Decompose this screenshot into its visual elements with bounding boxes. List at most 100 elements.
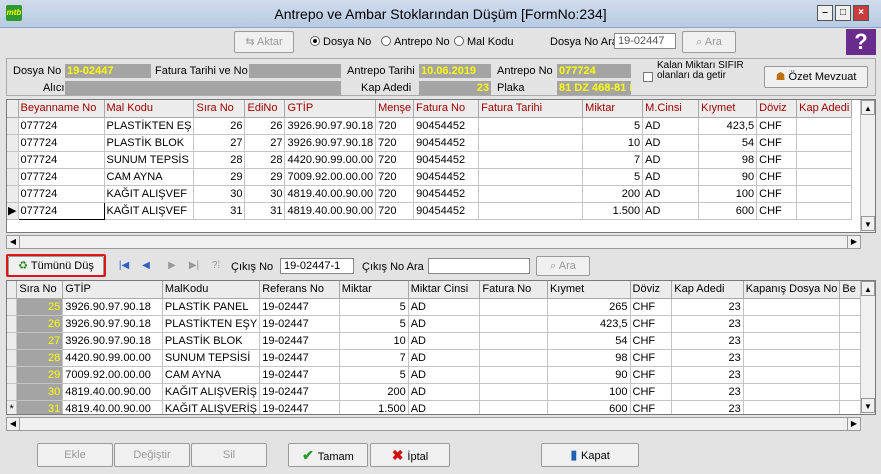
col-referans-no[interactable]: Referans No: [259, 281, 340, 299]
radio-mal-kodu[interactable]: Mal Kodu: [454, 36, 513, 48]
col-fatura-no[interactable]: Fatura No: [413, 100, 480, 118]
table-cell[interactable]: 90454452: [413, 151, 480, 169]
table-row[interactable]: 30 4819.40.00.90.00 KAĞIT ALIŞVERİŞ 19-0244…: [7, 383, 875, 401]
table-cell[interactable]: [479, 366, 548, 384]
table-cell[interactable]: 720: [375, 185, 415, 203]
col-fatura-tarihi[interactable]: Fatura Tarihi: [478, 100, 584, 118]
table-cell[interactable]: 26: [16, 315, 64, 333]
table-row[interactable]: 29 7009.92.00.00.00 CAM AYNA 19-02447 5 AD 90 C…: [7, 366, 875, 384]
table-cell[interactable]: [479, 298, 548, 316]
table-cell[interactable]: [478, 185, 584, 203]
table-cell[interactable]: 200: [339, 383, 409, 401]
table-row[interactable]: 077724 PLASTİKTEN EŞ 26 26 3926.90.97.90.18 7…: [7, 117, 853, 135]
row-indicator[interactable]: [7, 168, 19, 186]
row-indicator[interactable]: [7, 332, 18, 350]
table-cell[interactable]: 54: [547, 332, 631, 350]
table-cell[interactable]: [743, 332, 841, 350]
table-cell[interactable]: [796, 168, 853, 186]
table-cell[interactable]: CAM AYNA: [104, 168, 195, 186]
table-cell[interactable]: AD: [408, 332, 481, 350]
table-row[interactable]: * 31 4819.40.00.90.00 KAĞIT ALIŞVERİŞ 19-024…: [7, 400, 875, 414]
col-miktar-cinsi[interactable]: Miktar Cinsi: [408, 281, 481, 299]
table-cell[interactable]: 27: [16, 332, 64, 350]
table-cell[interactable]: AD: [642, 117, 700, 135]
table-cell[interactable]: 600: [547, 400, 631, 414]
table-cell[interactable]: 7: [339, 349, 409, 367]
table-cell[interactable]: CHF: [630, 400, 673, 414]
kapat-button[interactable]: ▮ Kapat: [541, 443, 639, 467]
table-cell[interactable]: [478, 202, 584, 220]
table-cell[interactable]: [743, 298, 841, 316]
antrepo-tarihi-field[interactable]: 10.06.2019: [419, 64, 491, 78]
table-cell[interactable]: 29: [193, 168, 246, 186]
table-cell[interactable]: 100: [698, 185, 758, 203]
table-row[interactable]: ▶ 077724 KAĞIT ALIŞVEF 31 31 4819.40.00.90.00…: [7, 201, 853, 220]
table-cell[interactable]: 4819.40.00.90.00: [284, 202, 377, 220]
minimize-button[interactable]: –: [817, 5, 833, 21]
table-cell[interactable]: CHF: [756, 151, 798, 169]
row-indicator[interactable]: [7, 383, 18, 401]
table-row[interactable]: 26 3926.90.97.90.18 PLASTİKTEN EŞY 19-02447…: [7, 315, 875, 333]
ekle-button[interactable]: Ekle: [37, 443, 113, 467]
col-fatura-no[interactable]: Fatura No: [479, 281, 548, 299]
kap-adedi-field[interactable]: 23: [419, 81, 491, 95]
table-cell[interactable]: 1.500: [582, 202, 644, 220]
table-cell[interactable]: 90454452: [413, 202, 480, 220]
dosya-no-field[interactable]: 19-02447: [65, 64, 151, 78]
col-miktar[interactable]: Miktar: [582, 100, 644, 118]
row-indicator[interactable]: [7, 315, 18, 333]
scroll-up-icon[interactable]: ▲: [861, 100, 875, 115]
col-gtip[interactable]: GTİP: [284, 100, 377, 118]
table-cell[interactable]: [479, 400, 548, 414]
table-cell[interactable]: 28: [193, 151, 246, 169]
table-cell[interactable]: 5: [339, 315, 409, 333]
table-cell[interactable]: 7009.92.00.00.00: [284, 168, 377, 186]
table-cell[interactable]: 90454452: [413, 168, 480, 186]
table-cell[interactable]: 1.500: [339, 400, 409, 414]
table-cell[interactable]: 19-02447: [259, 366, 340, 384]
col-mense[interactable]: Menşe: [375, 100, 415, 118]
cikis-ara-input[interactable]: [428, 258, 530, 274]
table-cell[interactable]: AD: [642, 134, 700, 152]
table-cell[interactable]: CHF: [630, 298, 673, 316]
table-cell[interactable]: [796, 117, 853, 135]
row-indicator[interactable]: [7, 298, 18, 316]
table-row[interactable]: 077724 SUNUM TEPSİS 28 28 4420.90.99.00.00 72…: [7, 151, 853, 169]
table-cell[interactable]: AD: [408, 400, 481, 414]
top-grid-vscroll[interactable]: ▲ ▼: [860, 100, 875, 232]
col-doviz[interactable]: Döviz: [756, 100, 798, 118]
table-cell[interactable]: 27: [193, 134, 246, 152]
row-indicator[interactable]: [7, 151, 19, 169]
table-cell[interactable]: 30: [244, 185, 286, 203]
table-cell[interactable]: [478, 134, 584, 152]
alici-field[interactable]: [65, 81, 341, 95]
table-cell[interactable]: 23: [671, 298, 744, 316]
table-cell[interactable]: AD: [408, 298, 481, 316]
scroll-left-icon[interactable]: ◀: [6, 235, 20, 249]
table-cell[interactable]: 28: [244, 151, 286, 169]
table-row[interactable]: 077724 PLASTİK BLOK 27 27 3926.90.97.90.18 72…: [7, 134, 853, 152]
table-cell[interactable]: 7: [582, 151, 644, 169]
table-cell[interactable]: 31: [244, 202, 286, 220]
radio-antrepo-no[interactable]: Antrepo No: [381, 36, 450, 48]
table-cell[interactable]: 54: [698, 134, 758, 152]
table-cell[interactable]: 19-02447: [259, 400, 340, 414]
table-cell[interactable]: CHF: [630, 383, 673, 401]
cikis-no-input[interactable]: 19-02447-1: [280, 258, 354, 274]
table-cell[interactable]: [478, 168, 584, 186]
table-cell[interactable]: KAĞIT ALIŞVEF: [104, 185, 195, 203]
table-cell[interactable]: 90454452: [413, 117, 480, 135]
table-cell[interactable]: 98: [698, 151, 758, 169]
col-gtip[interactable]: GTİP: [62, 281, 163, 299]
bottom-grid-vscroll[interactable]: ▲ ▼: [860, 281, 875, 414]
table-cell[interactable]: 10: [339, 332, 409, 350]
table-cell[interactable]: AD: [408, 315, 481, 333]
table-cell[interactable]: [796, 185, 853, 203]
table-cell[interactable]: CHF: [630, 332, 673, 350]
table-cell[interactable]: PLASTİKTEN EŞY: [162, 315, 261, 333]
table-cell[interactable]: 98: [547, 349, 631, 367]
table-cell[interactable]: 19-02447: [259, 349, 340, 367]
current-row-indicator-icon[interactable]: ▶: [7, 202, 19, 220]
help-icon[interactable]: ?: [846, 29, 876, 55]
table-cell[interactable]: 19-02447: [259, 315, 340, 333]
